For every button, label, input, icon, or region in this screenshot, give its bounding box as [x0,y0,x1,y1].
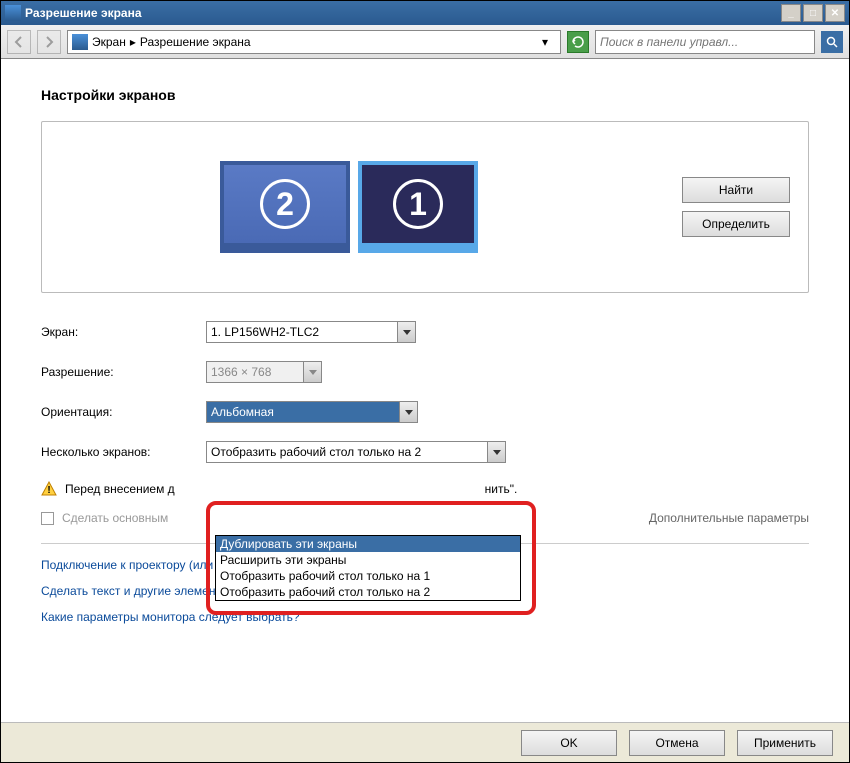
find-button[interactable]: Найти [682,177,790,203]
svg-text:!: ! [47,485,50,496]
search-input[interactable] [600,35,810,49]
maximize-button[interactable]: □ [803,4,823,22]
back-button[interactable] [7,30,31,54]
window-title: Разрешение экрана [25,6,781,20]
page-title: Настройки экранов [41,87,809,103]
resolution-select: 1366 × 768 [206,361,322,383]
dropdown-option-extend[interactable]: Расширить эти экраны [216,552,520,568]
breadcrumb-item[interactable]: Разрешение экрана [140,35,251,49]
monitor-preview-1[interactable]: 1 [358,161,478,253]
orientation-value: Альбомная [211,405,274,419]
monitor-preview-panel: 2 1 Найти Определить [41,121,809,293]
multi-display-label: Несколько экранов: [41,445,206,459]
chevron-down-icon[interactable]: ▾ [542,35,556,49]
chevron-down-icon [487,442,505,462]
orientation-label: Ориентация: [41,405,206,419]
display-label: Экран: [41,325,206,339]
dropdown-option-duplicate[interactable]: Дублировать эти экраны [216,536,520,552]
close-button[interactable]: ✕ [825,4,845,22]
primary-display-checkbox [41,512,54,525]
chevron-down-icon [303,362,321,382]
warning-text: Перед внесением днить". [65,482,517,496]
resolution-value: 1366 × 768 [211,365,271,379]
cancel-button[interactable]: Отмена [629,730,725,756]
orientation-select[interactable]: Альбомная [206,401,418,423]
dropdown-option-only-1[interactable]: Отобразить рабочий стол только на 1 [216,568,520,584]
chevron-down-icon [399,402,417,422]
chevron-down-icon [397,322,415,342]
monitor-number: 2 [260,179,310,229]
display-select[interactable]: 1. LP156WH2-TLC2 [206,321,416,343]
ok-button[interactable]: OK [521,730,617,756]
display-icon [72,34,88,50]
multi-display-select[interactable]: Отобразить рабочий стол только на 2 [206,441,506,463]
monitor-number: 1 [393,179,443,229]
apply-button[interactable]: Применить [737,730,833,756]
monitor-params-link[interactable]: Какие параметры монитора следует выбрать… [41,610,809,624]
breadcrumb-item[interactable]: Экран [92,35,126,49]
toolbar: Экран ▸ Разрешение экрана ▾ [1,25,849,59]
forward-button[interactable] [37,30,61,54]
search-button[interactable] [821,31,843,53]
breadcrumb-sep: ▸ [130,35,136,49]
titlebar: Разрешение экрана _ □ ✕ [1,1,849,25]
monitor-preview-2[interactable]: 2 [220,161,350,253]
warning-icon: ! [41,481,57,497]
multi-display-dropdown[interactable]: Дублировать эти экраны Расширить эти экр… [215,535,521,601]
resolution-label: Разрешение: [41,365,206,379]
minimize-button[interactable]: _ [781,4,801,22]
dialog-footer: OK Отмена Применить [1,722,849,762]
primary-display-label: Сделать основным [62,511,168,525]
address-bar[interactable]: Экран ▸ Разрешение экрана ▾ [67,30,561,54]
app-icon [5,5,21,21]
search-box[interactable] [595,30,815,54]
refresh-button[interactable] [567,31,589,53]
advanced-settings-link[interactable]: Дополнительные параметры [649,511,809,525]
identify-button[interactable]: Определить [682,211,790,237]
dropdown-option-only-2[interactable]: Отобразить рабочий стол только на 2 [216,584,520,600]
display-value: 1. LP156WH2-TLC2 [211,325,319,339]
multi-display-value: Отобразить рабочий стол только на 2 [211,445,421,459]
